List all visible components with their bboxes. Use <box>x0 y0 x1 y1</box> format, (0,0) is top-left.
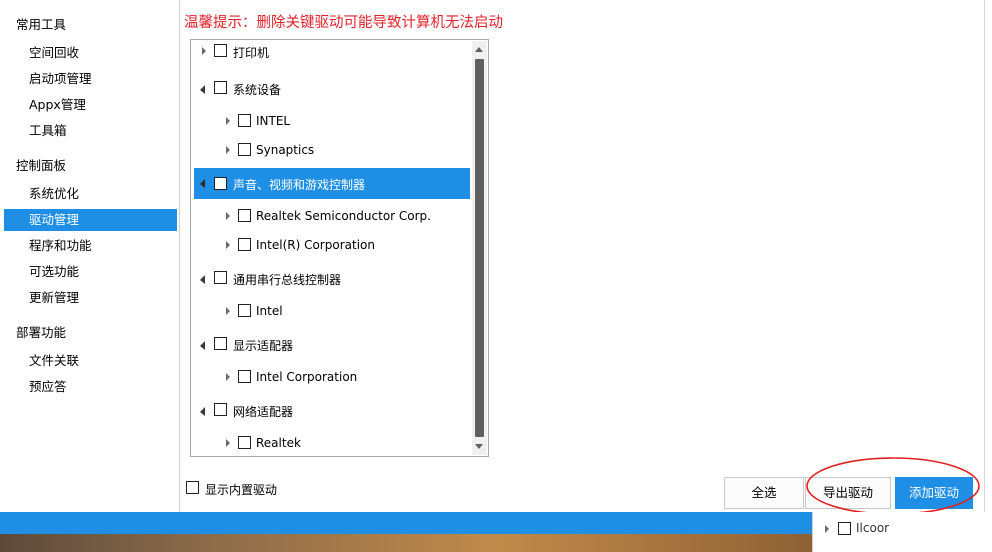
collapse-arrow-icon[interactable] <box>200 341 205 350</box>
tree-node-selected[interactable]: 声音、视频和游戏控制器 <box>194 168 470 199</box>
tree-node-label: Intel Corporation <box>256 370 358 384</box>
select-all-button[interactable]: 全选 <box>724 477 804 509</box>
tree-node-label: 网络适配器 <box>233 405 294 419</box>
expand-arrow-icon[interactable] <box>226 146 230 154</box>
nav-group-control-panel: 控制面板 <box>16 158 67 173</box>
tree-node-label: Intel <box>256 304 283 318</box>
tree-checkbox[interactable] <box>214 271 227 284</box>
tree-node-label: Realtek Semiconductor Corp. <box>256 209 431 223</box>
tree-checkbox[interactable] <box>214 44 227 57</box>
sidebar: 常用工具 空间回收 启动项管理 Appx管理 工具箱 控制面板 系统优化 驱动管… <box>0 0 180 512</box>
tree-checkbox[interactable] <box>214 81 227 94</box>
tree-node-label: 打印机 <box>233 46 270 60</box>
tree-checkbox[interactable] <box>238 209 251 222</box>
tree-checkbox <box>838 522 851 535</box>
collapse-arrow-icon[interactable] <box>200 407 205 416</box>
tree-node[interactable]: Intel <box>194 297 470 326</box>
nav-item-optional-features[interactable]: 可选功能 <box>4 261 177 283</box>
scroll-up-arrow-icon[interactable] <box>475 47 483 52</box>
collapse-arrow-icon[interactable] <box>200 179 205 188</box>
tree-node-label: INTEL <box>256 114 291 128</box>
tree-node[interactable]: 显示适配器 <box>194 330 470 359</box>
tree-checkbox[interactable] <box>238 143 251 156</box>
tree-node[interactable]: 打印机 <box>194 40 470 66</box>
nav-item-system-optimize[interactable]: 系统优化 <box>4 183 177 205</box>
show-builtin-label: 显示内置驱动 <box>205 483 278 497</box>
driver-tree[interactable]: 打印机 系统设备 INTEL Synaptics 声音、视频和游戏控制器 Rea… <box>190 39 489 457</box>
nav-item-update-manager[interactable]: 更新管理 <box>4 287 177 309</box>
warning-text: 温馨提示：删除关键驱动可能导致计算机无法启动 <box>184 15 503 31</box>
nav-item-programs-features[interactable]: 程序和功能 <box>4 235 177 257</box>
nav-item-toolbox[interactable]: 工具箱 <box>4 120 177 142</box>
show-builtin-checkbox[interactable] <box>186 481 199 494</box>
nav-item-driver-manager[interactable]: 驱动管理 <box>4 209 177 231</box>
expand-arrow-icon[interactable] <box>226 439 230 447</box>
scroll-thumb[interactable] <box>475 59 484 437</box>
nav-group-deploy: 部署功能 <box>16 325 67 340</box>
tree-scrollbar[interactable] <box>472 41 487 455</box>
tree-node[interactable]: Intel Corporation <box>194 363 470 392</box>
expand-arrow-icon <box>825 525 829 533</box>
background-panel: Ilcoor <box>812 512 992 552</box>
scroll-down-arrow-icon[interactable] <box>475 444 483 449</box>
tree-checkbox[interactable] <box>214 337 227 350</box>
expand-arrow-icon[interactable] <box>202 47 206 55</box>
window-right-edge <box>984 0 992 512</box>
tree-node[interactable]: 系统设备 <box>194 74 470 103</box>
nav-item-startup-manager[interactable]: 启动项管理 <box>4 68 177 90</box>
tree-checkbox[interactable] <box>238 370 251 383</box>
tree-checkbox[interactable] <box>214 177 227 190</box>
collapse-arrow-icon[interactable] <box>200 85 205 94</box>
nav-item-unattend[interactable]: 预应答 <box>4 376 177 398</box>
tree-node[interactable]: 网络适配器 <box>194 396 470 425</box>
expand-arrow-icon[interactable] <box>226 212 230 220</box>
expand-arrow-icon[interactable] <box>226 373 230 381</box>
tree-checkbox[interactable] <box>214 403 227 416</box>
tree-node-label: 系统设备 <box>233 83 282 97</box>
nav-item-appx-manager[interactable]: Appx管理 <box>4 94 177 116</box>
tree-node[interactable]: INTEL <box>194 107 470 136</box>
tree-checkbox[interactable] <box>238 114 251 127</box>
expand-arrow-icon[interactable] <box>226 241 230 249</box>
nav-item-space-reclaim[interactable]: 空间回收 <box>4 42 177 64</box>
tree-node[interactable]: 通用串行总线控制器 <box>194 264 470 293</box>
background-tree-label: Ilcoor <box>856 521 890 535</box>
tree-node[interactable]: Realtek Semiconductor Corp. <box>194 202 470 231</box>
tree-checkbox[interactable] <box>238 304 251 317</box>
nav-item-file-association[interactable]: 文件关联 <box>4 350 177 372</box>
annotation-circle <box>806 457 980 515</box>
collapse-arrow-icon[interactable] <box>200 275 205 284</box>
tree-node-label: Realtek <box>256 436 301 450</box>
tree-node-label: 通用串行总线控制器 <box>233 273 342 287</box>
tree-node[interactable]: Intel(R) Corporation <box>194 231 470 260</box>
tree-checkbox[interactable] <box>238 238 251 251</box>
tree-node-label: Synaptics <box>256 143 315 157</box>
tree-node-label: 显示适配器 <box>233 339 294 353</box>
tree-checkbox[interactable] <box>238 436 251 449</box>
tree-node[interactable]: Synaptics <box>194 136 470 165</box>
tree-node-label: 声音、视频和游戏控制器 <box>233 178 366 192</box>
tree-node-label: Intel(R) Corporation <box>256 238 375 252</box>
nav-group-common-tools: 常用工具 <box>16 17 67 32</box>
expand-arrow-icon[interactable] <box>226 117 230 125</box>
tree-node[interactable]: Realtek <box>194 429 470 456</box>
expand-arrow-icon[interactable] <box>226 307 230 315</box>
